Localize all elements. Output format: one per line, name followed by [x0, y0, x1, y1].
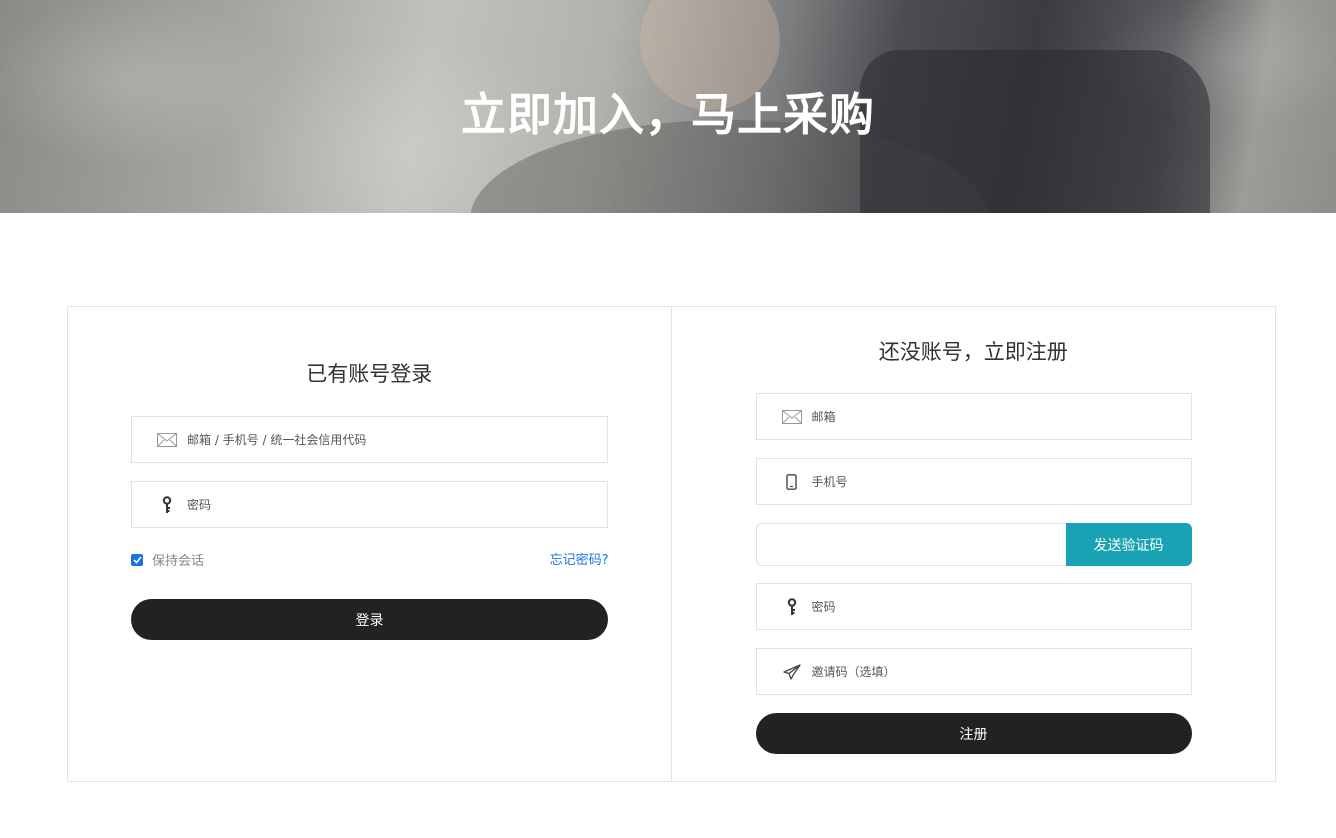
- verification-code-input[interactable]: [755, 523, 1066, 566]
- send-code-button[interactable]: 发送验证码: [1065, 523, 1192, 566]
- login-account-input[interactable]: [187, 417, 607, 462]
- register-invite-input[interactable]: [811, 649, 1191, 694]
- login-account-field[interactable]: [131, 416, 608, 463]
- hero-banner: 立即加入，马上采购: [0, 0, 1336, 213]
- login-password-field[interactable]: [131, 481, 608, 528]
- register-email-field[interactable]: [755, 393, 1192, 440]
- register-panel: 还没账号，立即注册 发送验证码: [672, 307, 1276, 781]
- mobile-phone-icon: [781, 473, 803, 491]
- register-button[interactable]: 注册: [755, 713, 1192, 754]
- register-invite-field[interactable]: [755, 648, 1192, 695]
- register-title: 还没账号，立即注册: [878, 340, 1068, 364]
- login-panel: 已有账号登录 邮箱 / 手机号 / 统一社会信用代码 保持会话 忘记密码? 登录: [68, 307, 672, 781]
- login-button[interactable]: 登录: [131, 599, 608, 640]
- key-icon: [781, 597, 803, 616]
- register-phone-input[interactable]: [811, 459, 1191, 504]
- remember-checkbox[interactable]: [131, 553, 143, 566]
- register-password-input[interactable]: [811, 584, 1191, 629]
- register-password-field[interactable]: [755, 583, 1192, 630]
- remember-label: 保持会话: [152, 554, 205, 569]
- verification-code-row: 发送验证码: [755, 523, 1192, 566]
- register-phone-field[interactable]: [755, 458, 1192, 505]
- paper-plane-icon: [781, 663, 803, 681]
- forgot-password-link[interactable]: 忘记密码?: [550, 549, 609, 568]
- register-email-input[interactable]: [811, 394, 1191, 439]
- envelope-icon: [156, 431, 178, 449]
- banner-title: 立即加入，马上采购: [460, 88, 875, 141]
- key-icon: [156, 495, 178, 514]
- login-password-input[interactable]: [187, 482, 607, 527]
- auth-panels: 已有账号登录 邮箱 / 手机号 / 统一社会信用代码 保持会话 忘记密码? 登录…: [67, 306, 1276, 782]
- login-title: 已有账号登录: [306, 362, 433, 386]
- envelope-icon: [781, 408, 803, 426]
- remember-session[interactable]: 保持会话: [131, 550, 204, 569]
